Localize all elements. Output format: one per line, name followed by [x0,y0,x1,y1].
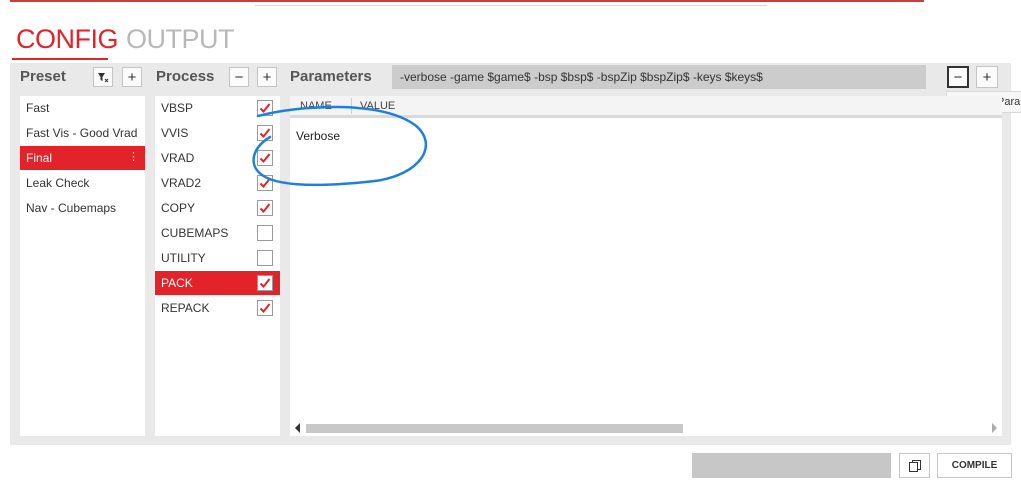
preset-item-label: Leak Check [26,176,90,190]
preset-filter-button[interactable] [93,67,113,87]
process-add-button[interactable]: + [257,67,277,87]
copy-icon [908,459,921,472]
column-value[interactable]: VALUE [360,100,395,112]
scroll-right-icon[interactable] [992,423,997,433]
preset-item-final[interactable]: Final ⋮ [20,146,145,170]
process-item-label: VRAD [161,151,195,165]
parameters-grid: NAME VALUE Verbose [290,96,1002,436]
checkmark-icon [259,153,271,163]
process-item-repack[interactable]: REPACK [155,296,280,320]
tab-output[interactable]: OUTPUT [126,24,235,54]
top-frame [10,0,924,2]
process-item-label: CUBEMAPS [161,226,229,240]
process-item-vrad[interactable]: VRAD [155,146,280,170]
preset-item-leak-check[interactable]: Leak Check [20,171,145,195]
process-item-pack[interactable]: PACK [155,271,280,295]
preset-item-nav-cubemaps[interactable]: Nav - Cubemaps [20,196,145,220]
preset-item-label: Nav - Cubemaps [26,201,117,215]
process-checkbox[interactable] [257,300,273,316]
preset-item-fast[interactable]: Fast [20,96,145,120]
process-item-label: REPACK [161,301,210,315]
tab-bar: CONFIG OUTPUT [16,24,242,55]
process-item-label: VRAD2 [161,176,202,190]
parameter-row-name[interactable]: Verbose [296,129,340,143]
preset-item-label: Final [26,151,53,165]
process-list: VBSP VVIS VRAD VRAD2 COPY CUBEMAPS UTILITY PACK… [155,96,280,436]
checkmark-icon [259,278,271,288]
remove-parameter-button[interactable]: − [947,66,969,88]
checkmark-icon [259,103,271,113]
process-checkbox[interactable] [257,125,273,141]
tab-config[interactable]: CONFIG [16,24,119,54]
process-checkbox[interactable] [257,225,273,241]
top-divider [255,5,767,6]
process-checkbox[interactable] [257,250,273,266]
minus-icon: − [234,68,244,86]
preset-add-button[interactable]: + [122,67,142,87]
process-item-label: VBSP [161,101,194,115]
process-checkbox[interactable] [257,175,273,191]
process-item-label: UTILITY [161,251,206,265]
scroll-left-icon[interactable] [295,423,300,433]
filter-clear-icon [98,73,109,83]
process-title: Process [156,68,215,85]
process-item-label: COPY [161,201,196,215]
column-divider [351,98,352,114]
preset-item-label: Fast [26,101,50,115]
process-checkbox[interactable] [257,275,273,291]
tab-config-underline [12,58,108,60]
preset-item-label: Fast Vis - Good Vrad [26,126,138,140]
process-checkbox[interactable] [257,150,273,166]
process-item-vbsp[interactable]: VBSP [155,96,280,120]
process-item-utility[interactable]: UTILITY [155,246,280,270]
preset-item-fast-vis[interactable]: Fast Vis - Good Vrad [20,121,145,145]
checkmark-icon [259,128,271,138]
process-checkbox[interactable] [257,200,273,216]
process-remove-button[interactable]: − [229,67,249,87]
preset-list: Fast Fast Vis - Good Vrad Final ⋮ Leak Ch… [20,96,145,436]
add-parameter-button[interactable]: + [976,66,998,88]
compile-button[interactable]: COMPILE [937,453,1012,478]
plus-icon: + [127,68,137,86]
checkmark-icon [259,303,271,313]
process-item-copy[interactable]: COPY [155,196,280,220]
process-item-label: VVIS [161,126,189,140]
preset-title: Preset [20,68,66,85]
plus-icon: + [982,68,992,86]
compile-progress-bar [692,453,891,478]
parameters-title: Parameters [290,68,372,85]
process-item-cubemaps[interactable]: CUBEMAPS [155,221,280,245]
column-name[interactable]: NAME [300,100,332,112]
parameters-command-field[interactable]: -verbose -game $game$ -bsp $bsp$ -bspZip… [392,65,926,89]
kebab-menu-icon[interactable]: ⋮ [128,150,139,163]
checkmark-icon [259,203,271,213]
process-item-label: PACK [161,276,193,290]
copy-button[interactable] [899,453,930,478]
plus-icon: + [262,68,272,86]
process-item-vvis[interactable]: VVIS [155,121,280,145]
process-item-vrad2[interactable]: VRAD2 [155,171,280,195]
grid-header: NAME VALUE [290,96,1002,118]
scrollbar-thumb[interactable] [306,424,683,433]
process-checkbox[interactable] [257,100,273,116]
checkmark-icon [259,178,271,188]
horizontal-scrollbar[interactable] [290,421,1002,435]
minus-icon: − [953,68,963,86]
